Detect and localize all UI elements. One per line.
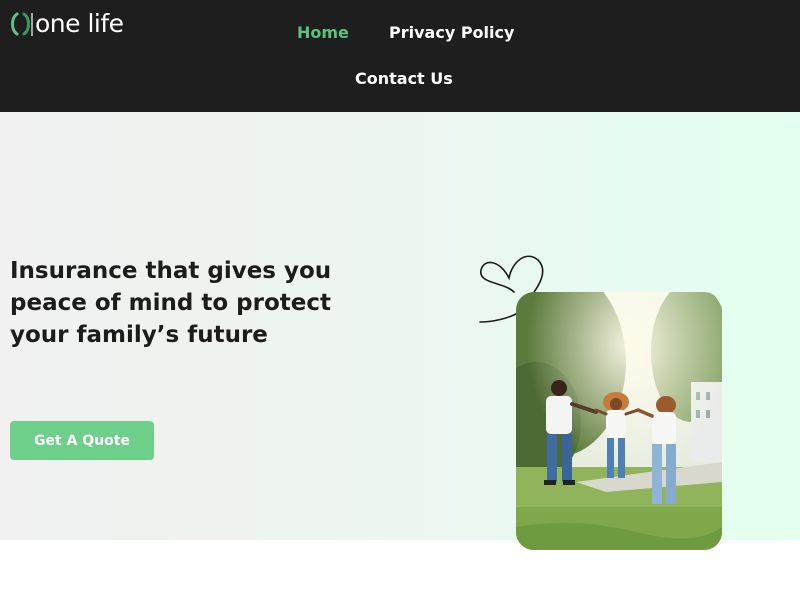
nav-contact-us[interactable]: Contact Us: [355, 69, 453, 89]
site-header: one life Home Privacy Policy Contact Us: [0, 0, 800, 112]
nav-privacy-policy[interactable]: Privacy Policy: [389, 23, 514, 43]
brand-name: one life: [35, 9, 124, 38]
leaf-bracket-logo-icon: [9, 9, 33, 39]
logo[interactable]: one life: [9, 9, 124, 39]
nav-home[interactable]: Home: [297, 23, 349, 43]
family-photo: [516, 292, 722, 550]
hero-headline: Insurance that gives you peace of mind t…: [10, 258, 332, 348]
get-a-quote-button[interactable]: Get A Quote: [10, 421, 154, 460]
